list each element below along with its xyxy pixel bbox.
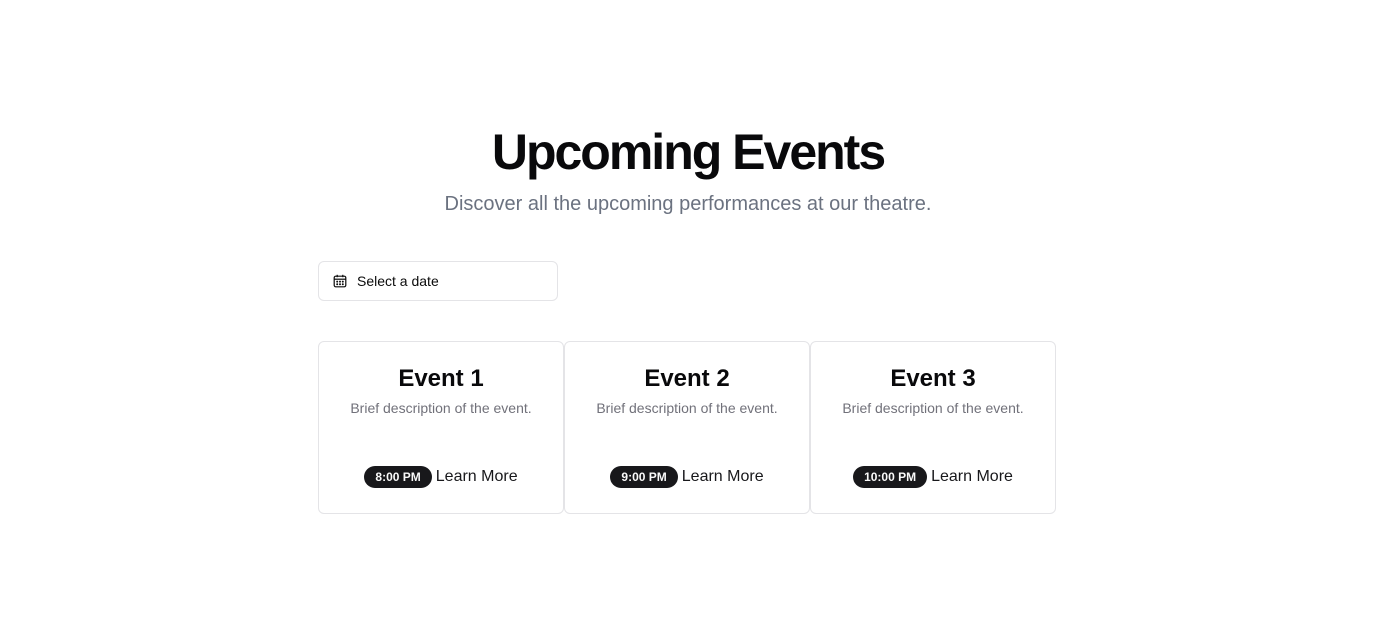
event-title: Event 2	[644, 365, 730, 392]
event-card: Event 2 Brief description of the event. …	[564, 341, 810, 514]
calendar-icon	[332, 273, 348, 289]
event-title: Event 1	[398, 365, 484, 392]
learn-more-link[interactable]: Learn More	[682, 467, 764, 487]
event-card: Event 3 Brief description of the event. …	[810, 341, 1056, 514]
event-time-badge: 8:00 PM	[364, 466, 432, 488]
learn-more-link[interactable]: Learn More	[436, 467, 518, 487]
hero: Upcoming Events Discover all the upcomin…	[0, 122, 1376, 216]
date-picker-button[interactable]: Select a date	[318, 261, 558, 301]
event-list: Event 1 Brief description of the event. …	[318, 341, 1056, 514]
event-footer: 10:00 PM Learn More	[811, 466, 1055, 488]
page-subtitle: Discover all the upcoming performances a…	[444, 193, 932, 215]
page-title: Upcoming Events	[491, 124, 886, 180]
date-picker-label: Select a date	[357, 273, 439, 289]
events-page: Upcoming Events Discover all the upcomin…	[0, 0, 1376, 642]
event-footer: 8:00 PM Learn More	[319, 466, 563, 488]
event-footer: 9:00 PM Learn More	[565, 466, 809, 488]
event-description: Brief description of the event.	[350, 400, 532, 416]
event-time-badge: 9:00 PM	[610, 466, 678, 488]
event-description: Brief description of the event.	[842, 400, 1024, 416]
event-time-badge: 10:00 PM	[853, 466, 928, 488]
learn-more-link[interactable]: Learn More	[931, 467, 1013, 487]
event-card: Event 1 Brief description of the event. …	[318, 341, 564, 514]
event-title: Event 3	[890, 365, 976, 392]
event-description: Brief description of the event.	[596, 400, 778, 416]
